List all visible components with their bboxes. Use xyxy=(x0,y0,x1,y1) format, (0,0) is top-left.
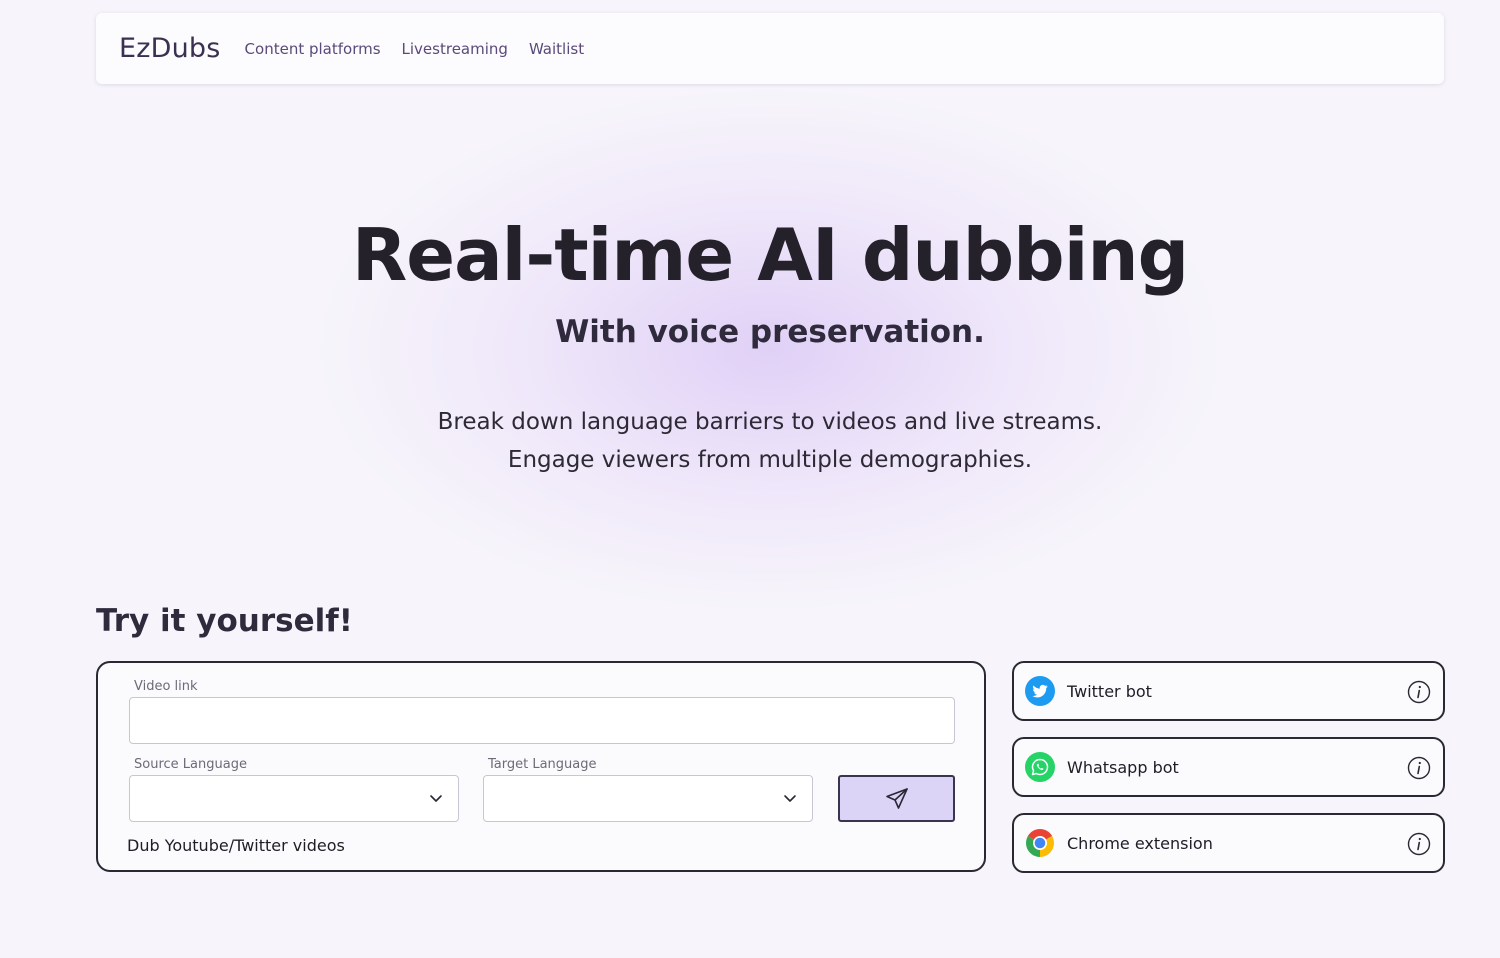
info-icon[interactable] xyxy=(1407,756,1431,780)
twitter-bot-card[interactable]: Twitter bot xyxy=(1012,661,1445,721)
whatsapp-icon xyxy=(1025,752,1055,782)
hero-subtitle: With voice preservation. xyxy=(555,314,985,350)
source-language-label: Source Language xyxy=(134,757,247,772)
target-language-select[interactable] xyxy=(483,775,813,822)
twitter-icon xyxy=(1025,676,1055,706)
chevron-down-icon xyxy=(784,795,796,802)
video-link-label: Video link xyxy=(134,679,198,694)
dub-form-card: Video link Source Language Target Langua… xyxy=(96,661,986,872)
hero-description: Break down language barriers to videos a… xyxy=(437,409,1103,473)
hero-title: Real-time AI dubbing xyxy=(351,213,1189,297)
whatsapp-bot-label: Whatsapp bot xyxy=(1067,757,1179,777)
chevron-down-icon xyxy=(430,795,442,802)
target-language-label: Target Language xyxy=(488,757,597,772)
nav-link-waitlist[interactable]: Waitlist xyxy=(529,40,584,58)
video-link-input[interactable] xyxy=(129,697,955,744)
info-icon[interactable] xyxy=(1407,832,1431,856)
source-language-select[interactable] xyxy=(129,775,459,822)
nav-link-content-platforms[interactable]: Content platforms xyxy=(245,40,381,58)
whatsapp-bot-card[interactable]: Whatsapp bot xyxy=(1012,737,1445,797)
chrome-extension-card[interactable]: Chrome extension xyxy=(1012,813,1445,873)
try-section-title: Try it yourself! xyxy=(96,603,353,639)
chrome-extension-label: Chrome extension xyxy=(1067,833,1213,853)
nav-link-livestreaming[interactable]: Livestreaming xyxy=(402,40,508,58)
dub-caption: Dub Youtube/Twitter videos xyxy=(127,836,345,855)
send-button[interactable] xyxy=(838,775,955,822)
info-icon[interactable] xyxy=(1407,680,1431,704)
hero-glow xyxy=(320,90,1220,610)
brand-logo[interactable]: EzDubs xyxy=(119,33,221,64)
top-navbar: EzDubs Content platforms Livestreaming W… xyxy=(96,13,1444,84)
paper-plane-icon xyxy=(885,787,908,809)
chrome-icon xyxy=(1025,828,1055,858)
twitter-bot-label: Twitter bot xyxy=(1067,681,1152,701)
